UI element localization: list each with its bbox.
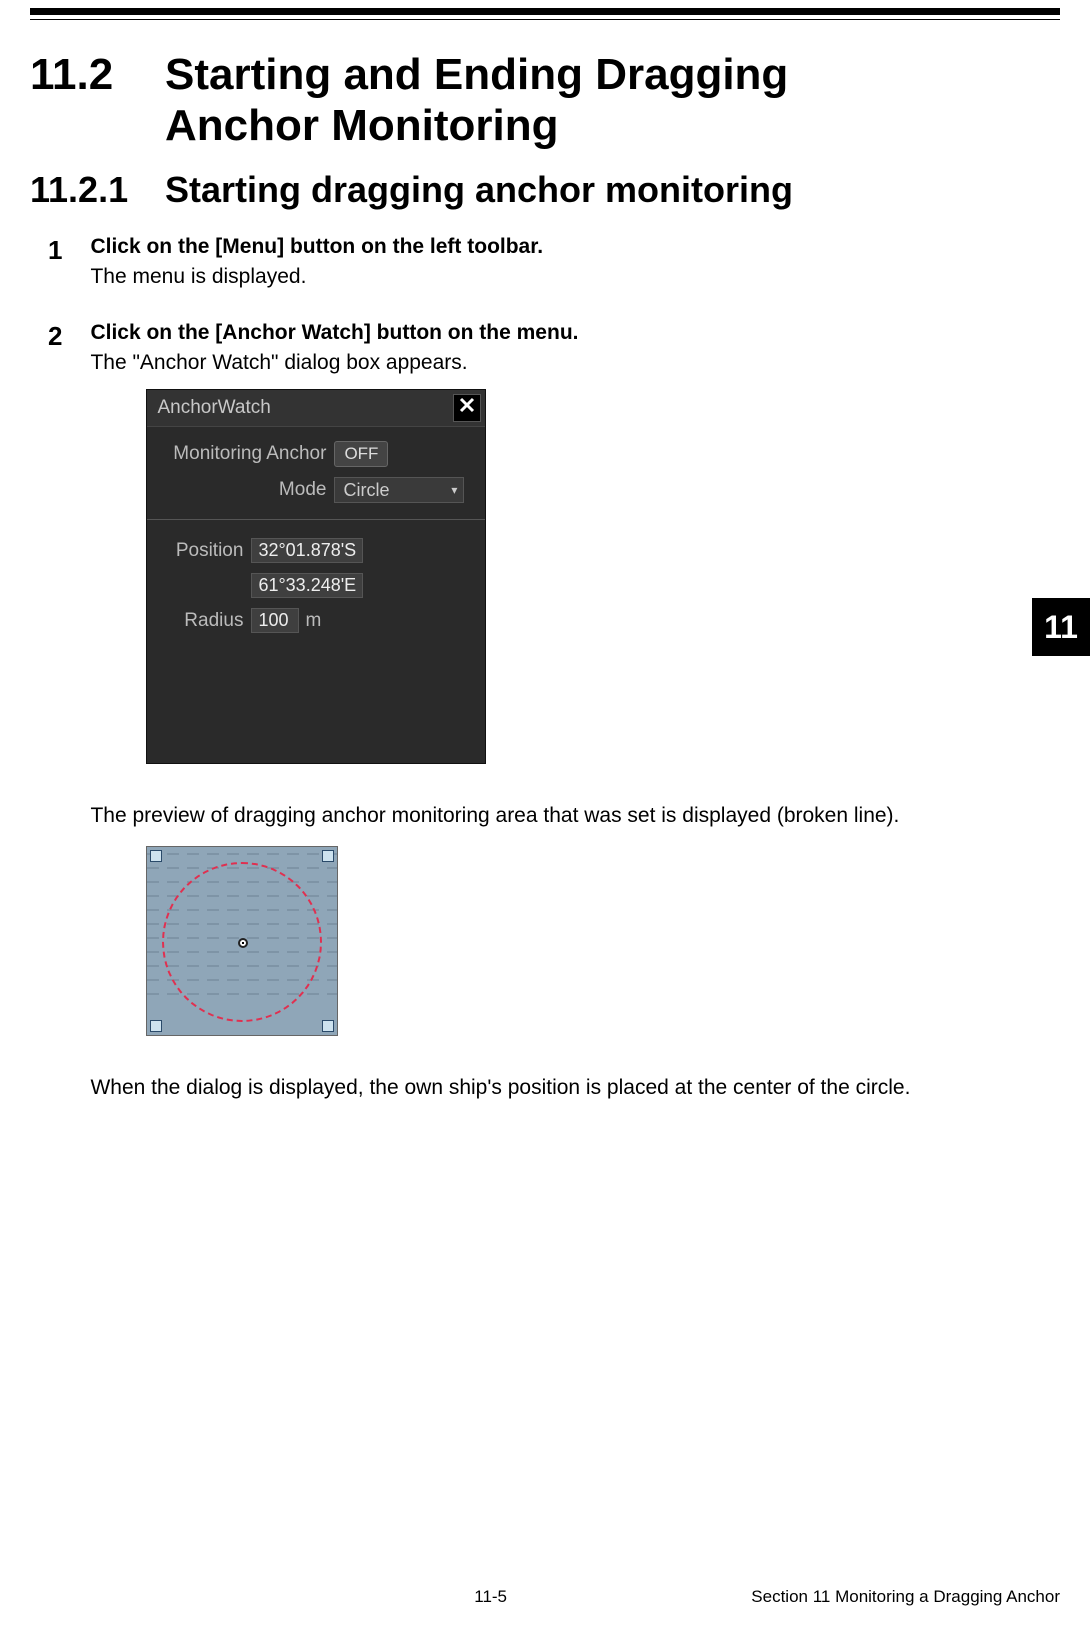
heading-number: 11.2 [30, 50, 165, 101]
step-desc: The "Anchor Watch" dialog box appears. [90, 351, 990, 375]
step-1: 1 Click on the [Menu] button on the left… [48, 235, 1060, 301]
footer-section: Section 11 Monitoring a Dragging Anchor [751, 1587, 1060, 1607]
step-number: 1 [48, 235, 86, 266]
preview-description: The preview of dragging anchor monitorin… [90, 804, 990, 828]
subheading-number: 11.2.1 [30, 169, 165, 211]
step-desc: The menu is displayed. [90, 265, 990, 289]
dialog-title: AnchorWatch [157, 397, 270, 419]
mode-label: Mode [159, 479, 334, 501]
subsection-heading: 11.2.1Starting dragging anchor monitorin… [30, 169, 1060, 211]
monitoring-anchor-label: Monitoring Anchor [159, 443, 334, 465]
step-title: Click on the [Anchor Watch] button on th… [90, 321, 990, 345]
anchor-watch-dialog: AnchorWatch Monitoring Anchor OFF Mode [146, 389, 486, 764]
chevron-down-icon: ▾ [451, 483, 457, 497]
heading-title: Starting and Ending Dragging Anchor Moni… [165, 50, 905, 151]
position-label: Position [159, 540, 251, 562]
resize-handle-sw[interactable] [150, 1020, 162, 1032]
resize-handle-nw[interactable] [150, 850, 162, 862]
radius-unit: m [305, 610, 321, 632]
preview-area [146, 846, 338, 1036]
chapter-tab: 11 [1032, 598, 1090, 656]
select-value: Circle [343, 480, 389, 501]
position-lat-field[interactable]: 32°01.878'S [251, 538, 363, 563]
mode-select[interactable]: Circle ▾ [334, 477, 464, 503]
page-footer: 11-5 Section 11 Monitoring a Dragging An… [30, 1587, 1060, 1607]
radius-field[interactable]: 100 [251, 608, 299, 633]
resize-handle-ne[interactable] [322, 850, 334, 862]
resize-handle-se[interactable] [322, 1020, 334, 1032]
monitoring-anchor-toggle[interactable]: OFF [334, 441, 388, 467]
center-description: When the dialog is displayed, the own sh… [90, 1076, 990, 1100]
step-number: 2 [48, 321, 86, 352]
section-heading: 11.2Starting and Ending Dragging Anchor … [30, 50, 1060, 151]
header-rule [30, 8, 1060, 20]
step-title: Click on the [Menu] button on the left t… [90, 235, 990, 259]
position-lon-field[interactable]: 61°33.248'E [251, 573, 363, 598]
dialog-titlebar: AnchorWatch [147, 390, 485, 427]
subheading-title: Starting dragging anchor monitoring [165, 169, 793, 210]
step-2: 2 Click on the [Anchor Watch] button on … [48, 321, 1060, 1100]
toggle-value: OFF [344, 444, 378, 464]
radius-label: Radius [159, 610, 251, 632]
page-number: 11-5 [230, 1587, 751, 1607]
close-button[interactable] [453, 394, 481, 422]
close-icon [458, 396, 476, 420]
